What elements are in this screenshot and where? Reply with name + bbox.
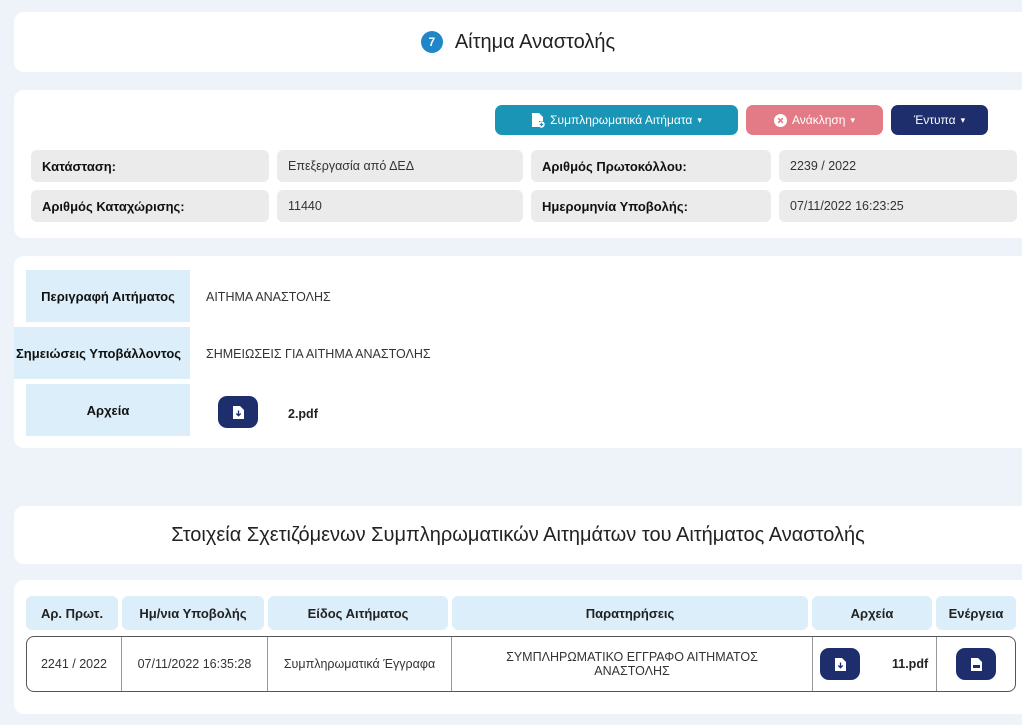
files-label: Αρχεία	[26, 384, 190, 436]
supplementary-requests-button[interactable]: Συμπληρωματικά Αιτήματα ▾	[495, 105, 738, 135]
column-header-action: Ενέργεια	[936, 596, 1016, 630]
cell-protocol: 2241 / 2022	[27, 637, 122, 691]
table-row: 2241 / 2022 07/11/2022 16:35:28 Συμπληρω…	[26, 636, 1016, 692]
protocol-number-value: 2239 / 2022	[779, 150, 1017, 182]
related-requests-title: Στοιχεία Σχετιζόμενων Συμπληρωματικών Αι…	[171, 523, 865, 546]
pdf-print-button[interactable]	[956, 648, 996, 680]
column-header-date: Ημ/νια Υποβολής	[122, 596, 264, 630]
registration-number-label: Αριθμός Καταχώρισης:	[31, 190, 269, 222]
submitter-notes-label: Σημειώσεις Υποβάλλοντος	[14, 327, 190, 379]
revoke-label: Ανάκληση	[791, 113, 846, 127]
file-name[interactable]: 2.pdf	[288, 407, 318, 421]
related-requests-heading-card: Στοιχεία Σχετιζόμενων Συμπληρωματικών Αι…	[14, 506, 1022, 564]
related-requests-table: Αρ. Πρωτ. Ημ/νια Υποβολής Είδος Αιτήματο…	[14, 580, 1022, 714]
status-label: Κατάσταση:	[31, 150, 269, 182]
toolbar: Συμπληρωματικά Αιτήματα ▾ Ανάκληση ▾ Έντ…	[495, 105, 988, 135]
cell-date: 07/11/2022 16:35:28	[122, 637, 268, 691]
download-file-button[interactable]	[218, 396, 258, 428]
x-circle-icon	[773, 113, 787, 127]
description-label: Περιγραφή Αιτήματος	[26, 270, 190, 322]
registration-number-value: 11440	[277, 190, 523, 222]
column-header-files: Αρχεία	[812, 596, 932, 630]
request-info-card: Συμπληρωματικά Αιτήματα ▾ Ανάκληση ▾ Έντ…	[14, 90, 1022, 238]
column-header-notes: Παρατηρήσεις	[452, 596, 808, 630]
protocol-number-label: Αριθμός Πρωτοκόλλου:	[531, 150, 771, 182]
status-value: Επεξεργασία από ΔΕΔ	[277, 150, 523, 182]
submission-date-label: Ημερομηνία Υποβολής:	[531, 190, 771, 222]
cell-type: Συμπληρωματικά Έγγραφα	[268, 637, 452, 691]
cell-files: 11.pdf	[813, 637, 937, 691]
description-value: ΑΙΤΗΜΑ ΑΝΑΣΤΟΛΗΣ	[206, 290, 331, 304]
revoke-button[interactable]: Ανάκληση ▾	[746, 105, 883, 135]
request-details-card: Περιγραφή Αιτήματος ΑΙΤΗΜΑ ΑΝΑΣΤΟΛΗΣ Σημ…	[14, 256, 1022, 448]
supplementary-requests-label: Συμπληρωματικά Αιτήματα	[550, 113, 693, 127]
file-plus-icon	[532, 112, 545, 128]
forms-button[interactable]: Έντυπα ▾	[891, 105, 988, 135]
file-name[interactable]: 11.pdf	[892, 657, 928, 671]
caret-down-icon: ▾	[850, 114, 855, 125]
file-download-icon	[232, 405, 244, 419]
caret-down-icon: ▾	[697, 114, 702, 125]
pdf-file-icon	[970, 657, 982, 671]
column-header-protocol: Αρ. Πρωτ.	[26, 596, 118, 630]
download-file-button[interactable]	[820, 648, 860, 680]
submitter-notes-value: ΣΗΜΕΙΩΣΕΙΣ ΓΙΑ ΑΙΤΗΜΑ ΑΝΑΣΤΟΛΗΣ	[206, 347, 431, 361]
title-card: 7 Αίτημα Αναστολής	[14, 12, 1022, 72]
cell-notes-text: ΣΥΜΠΛΗΡΩΜΑΤΙΚΟ ΕΓΓΡΑΦΟ ΑΙΤΗΜΑΤΟΣ ΑΝΑΣΤΟΛ…	[506, 650, 758, 678]
page-title: Αίτημα Αναστολής	[454, 30, 616, 53]
cell-notes: ΣΥΜΠΛΗΡΩΜΑΤΙΚΟ ΕΓΓΡΑΦΟ ΑΙΤΗΜΑΤΟΣ ΑΝΑΣΤΟΛ…	[452, 637, 813, 691]
submission-date-value: 07/11/2022 16:23:25	[779, 190, 1017, 222]
column-header-type: Είδος Αιτήματος	[268, 596, 448, 630]
caret-down-icon: ▾	[960, 114, 966, 125]
step-badge: 7	[420, 31, 443, 53]
forms-label: Έντυπα	[913, 113, 956, 127]
cell-action	[937, 637, 1015, 691]
file-download-icon	[834, 657, 846, 671]
